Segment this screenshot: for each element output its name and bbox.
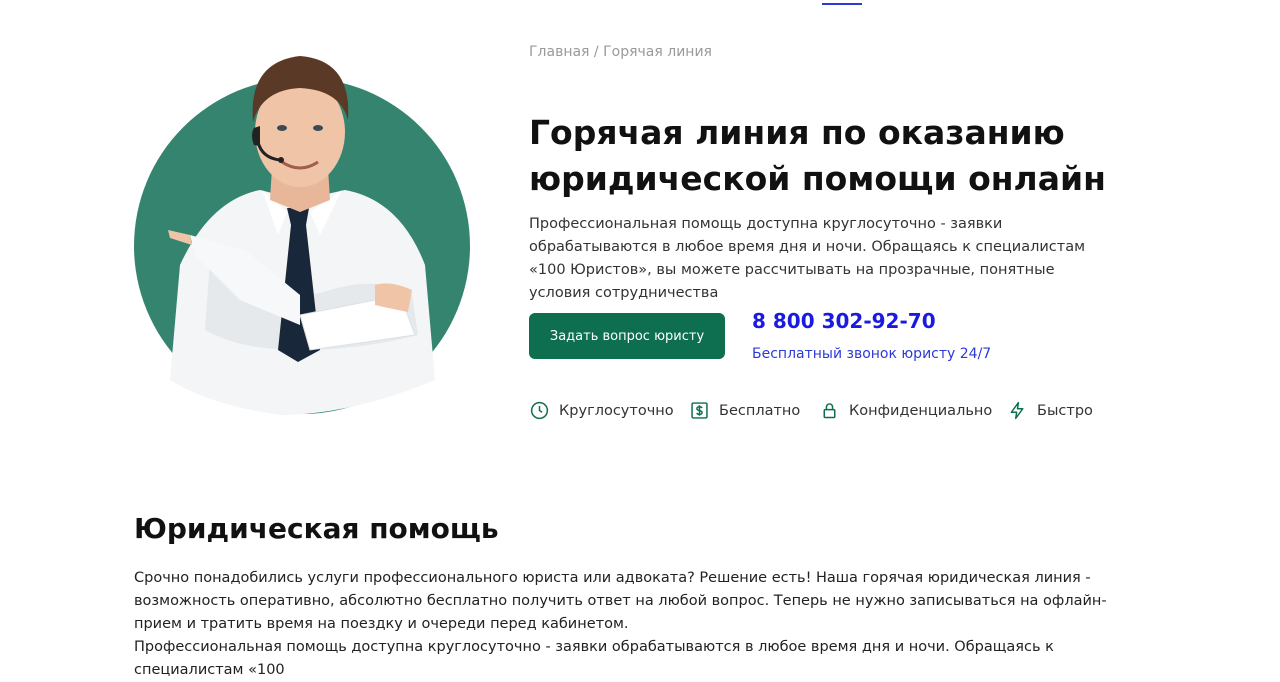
- feature-item-confidential: Конфиденциально: [819, 400, 992, 421]
- feature-label: Быстро: [1037, 402, 1093, 419]
- feature-item-fast: Быстро: [1007, 400, 1093, 421]
- feature-label: Бесплатно: [719, 402, 801, 419]
- section-paragraph: Срочно понадобились услуги профессиональ…: [134, 570, 1107, 632]
- page-title-line2: юридической помощи онлайн: [529, 159, 1106, 198]
- feature-label: Круглосуточно: [559, 402, 674, 419]
- section-paragraph: Профессиональная помощь доступна круглос…: [134, 639, 1054, 678]
- breadcrumb: Главная / Горячая линия: [529, 44, 712, 60]
- breadcrumb-home-link[interactable]: Главная: [529, 44, 589, 60]
- section-title: Юридическая помощь: [134, 512, 499, 545]
- phone-note: Бесплатный звонок юристу 24/7: [752, 346, 992, 362]
- page-title-line1: Горячая линия по оказанию: [529, 113, 1065, 152]
- top-nav-underline: [822, 0, 862, 5]
- page-title: Горячая линия по оказанию юридической по…: [529, 110, 1149, 202]
- lock-icon: [823, 403, 836, 419]
- hero-description: Профессиональная помощь доступна круглос…: [529, 216, 1086, 301]
- breadcrumb-separator: /: [589, 44, 604, 60]
- section-body: Срочно понадобились услуги профессиональ…: [134, 567, 1124, 682]
- hotline-phone-link[interactable]: 8 800 302-92-70: [752, 309, 936, 333]
- operator-photo: [168, 56, 435, 415]
- clock-icon: [530, 401, 549, 420]
- feature-label: Конфиденциально: [849, 402, 993, 419]
- dollar-icon: [691, 402, 708, 419]
- breadcrumb-current: Горячая линия: [603, 44, 712, 60]
- feature-item-free: Бесплатно: [689, 400, 800, 421]
- lightning-icon: [1010, 401, 1024, 420]
- feature-item-round-the-clock: Круглосуточно: [529, 400, 674, 421]
- ask-lawyer-button[interactable]: Задать вопрос юристу: [529, 313, 725, 359]
